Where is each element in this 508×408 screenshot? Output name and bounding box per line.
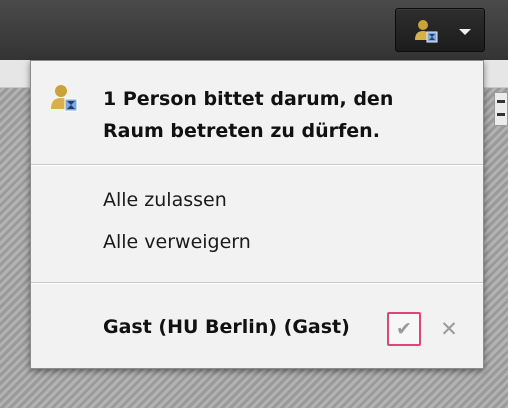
user-queue-icon (50, 84, 80, 116)
divider (31, 164, 483, 166)
attendee-queue-button[interactable] (395, 8, 485, 52)
caret-down-icon[interactable] (459, 29, 471, 35)
guest-name: Gast (HU Berlin) (Gast) (103, 316, 350, 338)
queue-popup: 1 Person bittet darum, den Raum betreten… (30, 60, 484, 369)
close-icon: ✕ (440, 317, 458, 341)
entry-request-message: 1 Person bittet darum, den Raum betreten… (103, 88, 394, 142)
accept-guest-button[interactable]: ✔ (387, 312, 421, 346)
deny-guest-button[interactable]: ✕ (437, 314, 461, 344)
user-queue-icon (414, 19, 440, 47)
checkmark-icon: ✔ (396, 318, 412, 340)
deny-all-item[interactable]: Alle verweigern (103, 231, 251, 253)
divider (31, 282, 483, 284)
allow-all-item[interactable]: Alle zulassen (103, 189, 227, 211)
panel-options-icon[interactable] (494, 92, 508, 126)
